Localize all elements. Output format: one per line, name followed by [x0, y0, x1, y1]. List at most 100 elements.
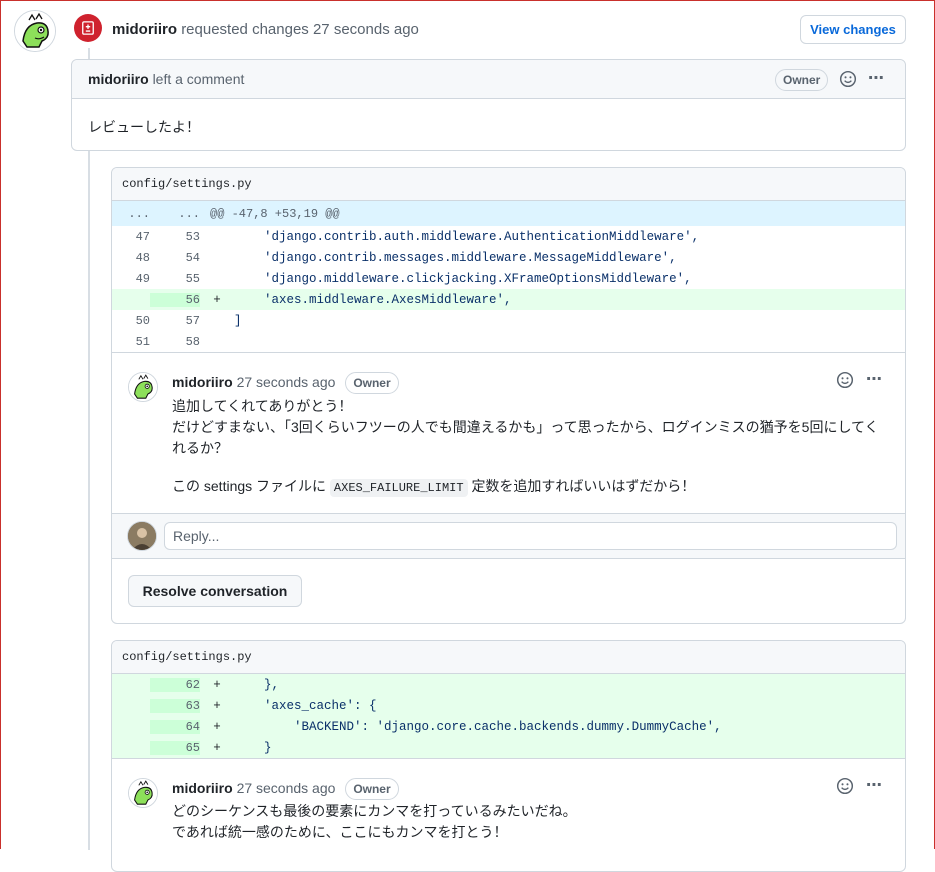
hunk-header: @@ -47,8 +53,19 @@ [210, 206, 340, 221]
code-line: 'axes_cache': { [234, 698, 377, 713]
code-line: 'axes.middleware.AxesMiddleware', [234, 292, 512, 307]
owner-badge: Owner [345, 372, 399, 394]
comment-text: この settings ファイルに [172, 478, 327, 494]
old-line-number[interactable]: 47 [112, 230, 150, 244]
code-line: ] [234, 313, 242, 328]
commenter-avatar[interactable] [128, 372, 158, 402]
diff-file-1: config/settings.py ... ... @@ -47,8 +53,… [111, 167, 906, 624]
request-changes-icon [74, 14, 102, 42]
inline-code: AXES_FAILURE_LIMIT [329, 479, 468, 497]
old-line-number[interactable]: 49 [112, 272, 150, 286]
user-photo-icon [128, 522, 156, 550]
old-line-number[interactable]: 50 [112, 314, 150, 328]
expand-hunk-right[interactable]: ... [150, 207, 200, 221]
add-reaction-icon[interactable] [836, 371, 854, 394]
code-line: 'django.middleware.clickjacking.XFrameOp… [234, 271, 692, 286]
new-line-number[interactable]: 62 [150, 677, 200, 692]
diff-line: 65 + } [112, 737, 905, 758]
new-line-number[interactable]: 57 [150, 314, 200, 328]
more-options-icon[interactable]: ⋯ [868, 68, 885, 88]
dinosaur-avatar-icon [129, 779, 157, 807]
diff-line: 64 + 'BACKEND': 'django.core.cache.backen… [112, 716, 905, 737]
timeline-line [88, 48, 90, 850]
review-header: midoriiro left a comment Owner ⋯ [72, 60, 905, 99]
diff-line: 62 + }, [112, 674, 905, 695]
old-line-number[interactable]: 48 [112, 251, 150, 265]
comment-meta: midoriiro 27 seconds ago Owner [172, 778, 399, 800]
code-line: 'BACKEND': 'django.core.cache.backends.d… [234, 719, 722, 734]
code-line: } [234, 740, 272, 755]
diff-line: 63 + 'axes_cache': { [112, 695, 905, 716]
file-path[interactable]: config/settings.py [112, 641, 905, 674]
current-user-avatar [127, 521, 157, 551]
review-action: left a comment [152, 71, 245, 87]
diff-line: 49 55 'django.middleware.clickjacking.XFr… [112, 268, 905, 289]
owner-badge: Owner [345, 778, 399, 800]
add-reaction-icon[interactable] [836, 777, 854, 800]
diff-sign: + [213, 677, 221, 692]
review-author-line: midoriiro left a comment [88, 71, 244, 87]
new-line-number[interactable]: 53 [150, 230, 200, 244]
review-comment: midoriiro left a comment Owner ⋯ レビューしたよ… [71, 59, 906, 151]
new-line-number[interactable]: 63 [150, 698, 200, 713]
comment-line: だけどすまない、「3回くらいフツーの人でも間違えるかも」って思ったから、ログイン… [172, 419, 879, 456]
event-time[interactable]: 27 seconds ago [313, 21, 419, 38]
comment-line: どのシーケンスも最後の要素にカンマを打っているみたいだね。 [172, 803, 577, 819]
event-author[interactable]: midoriiro [112, 21, 177, 38]
diff-line: 48 54 'django.contrib.messages.middleware… [112, 247, 905, 268]
more-options-icon[interactable]: ⋯ [866, 775, 882, 795]
comment-body: 追加してくれてありがとう！ だけどすまない、「3回くらいフツーの人でも間違えるか… [172, 396, 889, 499]
diff-line: 50 57] [112, 310, 905, 331]
inline-comment: midoriiro 27 seconds ago Owner ⋯ 追加してくれて… [112, 352, 905, 511]
code-line: }, [234, 677, 280, 692]
event-action: requested changes [181, 21, 309, 38]
reply-bar: Reply... [112, 513, 905, 559]
diff-file-2: config/settings.py 62 + }, 63 + 'axes_cache… [111, 640, 906, 872]
review-author[interactable]: midoriiro [88, 71, 149, 87]
old-line-number[interactable]: 51 [112, 335, 150, 349]
new-line-number[interactable]: 55 [150, 272, 200, 286]
comment-line: この settings ファイルに AXES_FAILURE_LIMIT 定数を… [172, 476, 889, 499]
diff-line: 47 53 'django.contrib.auth.middleware.Aut… [112, 226, 905, 247]
dinosaur-avatar-icon [15, 11, 55, 51]
diff-sign: + [213, 698, 221, 713]
new-line-number[interactable]: 64 [150, 719, 200, 734]
hunk-header-row: ... ... @@ -47,8 +53,19 @@ [112, 201, 905, 226]
comment-author[interactable]: midoriiro [172, 780, 233, 796]
comment-time[interactable]: 27 seconds ago [237, 374, 336, 390]
reply-input[interactable]: Reply... [164, 522, 897, 550]
comment-author[interactable]: midoriiro [172, 374, 233, 390]
review-body: レビューしたよ！ [88, 119, 200, 135]
commenter-avatar[interactable] [128, 778, 158, 808]
view-changes-button[interactable]: View changes [800, 15, 906, 44]
comment-body: どのシーケンスも最後の要素にカンマを打っているみたいだね。 であれば統一感のため… [172, 801, 889, 843]
new-line-number[interactable]: 56 [150, 292, 200, 307]
diff-sign: + [213, 292, 221, 307]
expand-hunk-left[interactable]: ... [112, 207, 150, 221]
code-line: 'django.contrib.messages.middleware.Mess… [234, 250, 677, 265]
new-line-number[interactable]: 65 [150, 740, 200, 755]
diff-lines: 62 + }, 63 + 'axes_cache': { 64 + 'BACKEND': … [112, 674, 905, 758]
dinosaur-avatar-icon [129, 373, 157, 401]
event-summary: midoriiro requested changes 27 seconds a… [112, 21, 419, 38]
owner-badge: Owner [775, 69, 829, 91]
inline-comment: midoriiro 27 seconds ago Owner ⋯ どのシーケンス… [112, 758, 905, 869]
file-path[interactable]: config/settings.py [112, 168, 905, 201]
new-line-number[interactable]: 54 [150, 251, 200, 265]
add-reaction-icon[interactable] [839, 70, 857, 93]
new-line-number[interactable]: 58 [150, 335, 200, 349]
diff-sign: + [213, 740, 221, 755]
comment-line: であれば統一感のために、ここにもカンマを打とう！ [172, 824, 508, 840]
comment-meta: midoriiro 27 seconds ago Owner [172, 372, 399, 394]
diff-lines: 47 53 'django.contrib.auth.middleware.Aut… [112, 226, 905, 352]
author-avatar[interactable] [14, 10, 56, 52]
diff-line: 56 + 'axes.middleware.AxesMiddleware', [112, 289, 905, 310]
diff-sign: + [213, 719, 221, 734]
comment-text: 定数を追加すればいいはずだから！ [471, 478, 696, 494]
code-line: 'django.contrib.auth.middleware.Authenti… [234, 229, 700, 244]
resolve-conversation-button[interactable]: Resolve conversation [128, 575, 302, 607]
more-options-icon[interactable]: ⋯ [866, 369, 882, 389]
comment-line: 追加してくれてありがとう！ [172, 398, 353, 414]
comment-time[interactable]: 27 seconds ago [237, 780, 336, 796]
diff-line: 51 58 [112, 331, 905, 352]
